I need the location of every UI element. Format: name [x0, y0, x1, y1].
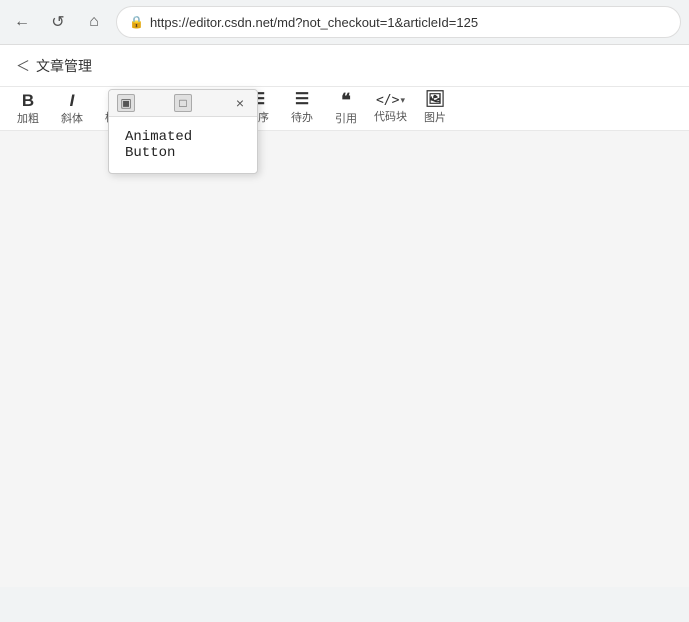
bold-label: 加粗: [17, 110, 39, 126]
italic-button[interactable]: I 斜体: [52, 90, 92, 128]
code-dropdown-arrow: ▾: [400, 95, 405, 106]
tooltip-popup: ▣ □ × Animated Button: [108, 89, 258, 174]
quote-label: 引用: [335, 110, 357, 126]
close-icon: ×: [236, 95, 244, 111]
tooltip-body: Animated Button: [109, 117, 257, 173]
tooltip-restore-icon[interactable]: □: [174, 94, 192, 112]
article-back-icon[interactable]: ＜: [16, 56, 30, 76]
todo-label: 待办: [291, 109, 313, 125]
code-block-label: 代码块: [374, 108, 407, 124]
tooltip-minimize-icon[interactable]: ▣: [117, 94, 135, 112]
article-title: 文章管理: [36, 56, 92, 76]
back-icon: ←: [14, 13, 30, 31]
refresh-icon: ↺: [51, 12, 64, 32]
code-block-button[interactable]: </> ▾ 代码块: [370, 90, 411, 128]
home-button[interactable]: ⌂: [80, 8, 108, 36]
bold-button[interactable]: B 加粗: [8, 90, 48, 128]
home-icon: ⌂: [89, 13, 99, 31]
italic-icon: I: [70, 92, 75, 109]
bold-icon: B: [22, 92, 34, 109]
italic-label: 斜体: [61, 110, 83, 126]
url-text: https://editor.csdn.net/md?not_checkout=…: [150, 15, 478, 30]
refresh-button[interactable]: ↺: [44, 8, 72, 36]
back-button[interactable]: ←: [8, 8, 36, 36]
article-header: ＜ 文章管理: [0, 45, 689, 87]
restore-icon-symbol: □: [179, 96, 186, 110]
code-block-icon: </>: [376, 94, 399, 107]
tooltip-titlebar: ▣ □ ×: [109, 90, 257, 117]
image-icon: 🖼: [425, 92, 445, 108]
todo-button[interactable]: ☰ 待办: [282, 90, 322, 128]
minimize-icon-symbol: ▣: [120, 96, 131, 110]
quote-button[interactable]: ❝ 引用: [326, 90, 366, 128]
image-button[interactable]: 🖼 图片: [415, 90, 455, 128]
editor-area[interactable]: [0, 131, 689, 587]
image-label: 图片: [424, 109, 446, 125]
lock-icon: 🔒: [129, 15, 144, 29]
browser-chrome: ← ↺ ⌂ 🔒 https://editor.csdn.net/md?not_c…: [0, 0, 689, 45]
browser-controls: ← ↺ ⌂ 🔒 https://editor.csdn.net/md?not_c…: [0, 0, 689, 44]
page-content: ＜ 文章管理 ▣ □ × Animated Button B 加粗 I 斜体: [0, 45, 689, 587]
editor-toolbar: B 加粗 I 斜体 H 标题 S 删除线 ☰ 无序 ☰ 有序 ☰ 待办 ❝: [0, 87, 689, 131]
quote-icon: ❝: [341, 91, 351, 109]
tooltip-text: Animated Button: [125, 129, 192, 161]
todo-icon: ☰: [295, 92, 309, 108]
tooltip-close-button[interactable]: ×: [231, 94, 249, 112]
address-bar[interactable]: 🔒 https://editor.csdn.net/md?not_checkou…: [116, 6, 681, 38]
